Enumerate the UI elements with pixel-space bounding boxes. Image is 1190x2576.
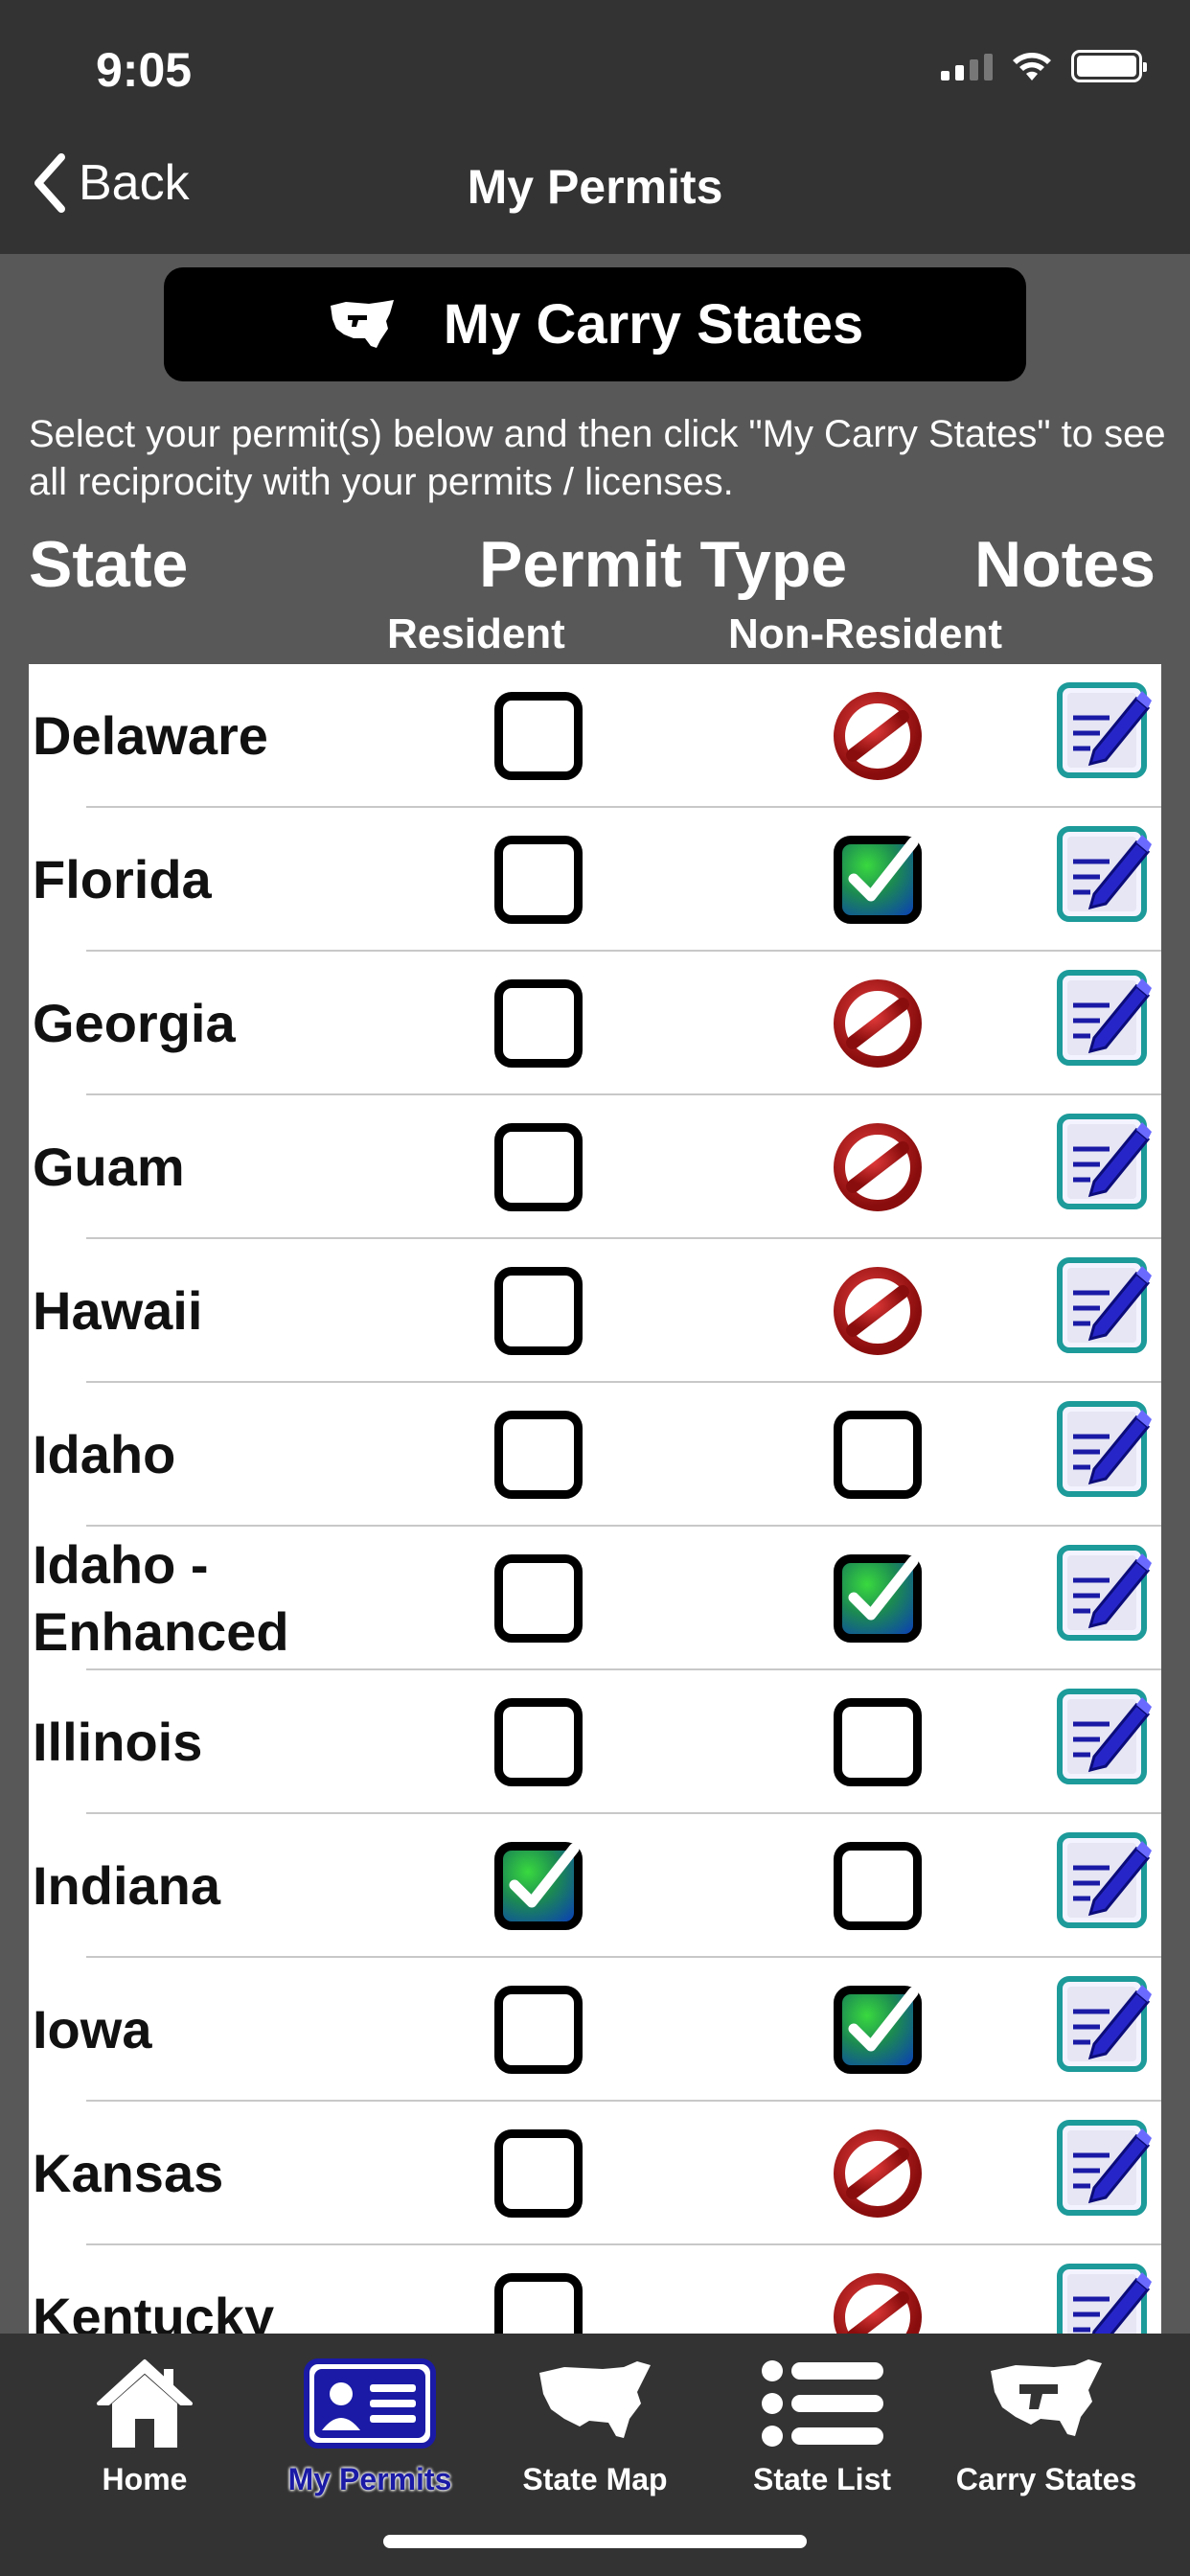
state-name: Hawaii bbox=[33, 1280, 203, 1341]
notes-edit-icon[interactable] bbox=[1056, 967, 1152, 1067]
state-name: Kentucky bbox=[33, 2287, 275, 2334]
house-icon bbox=[97, 2359, 193, 2448]
tab-state-list-label: State List bbox=[752, 2462, 892, 2496]
non-resident-checkbox-checked[interactable] bbox=[834, 836, 922, 924]
table-row: Kansas bbox=[29, 2102, 1161, 2245]
non-resident-checkbox[interactable] bbox=[834, 1842, 922, 1930]
battery-icon bbox=[1071, 50, 1147, 82]
navigation-bar: 9:05 Back My Permits bbox=[0, 0, 1190, 254]
instructions-text: Select your permit(s) below and then cli… bbox=[29, 413, 1166, 503]
id-card-icon bbox=[304, 2358, 436, 2449]
state-name: Idaho bbox=[33, 1424, 176, 1484]
notes-edit-icon[interactable] bbox=[1056, 1542, 1152, 1642]
state-column-header: State bbox=[29, 528, 189, 601]
prohibited-icon bbox=[834, 1123, 922, 1211]
table-row: Florida bbox=[29, 808, 1161, 952]
resident-checkbox[interactable] bbox=[494, 1123, 583, 1211]
tab-home[interactable]: Home bbox=[30, 2351, 260, 2523]
resident-checkbox[interactable] bbox=[494, 1554, 583, 1643]
tab-my-permits-label: My Permits bbox=[287, 2462, 452, 2496]
resident-checkbox[interactable] bbox=[494, 1698, 583, 1786]
prohibited-icon bbox=[834, 1267, 922, 1355]
table-row: Georgia bbox=[29, 952, 1161, 1095]
prohibited-icon bbox=[834, 692, 922, 780]
home-indicator bbox=[383, 2535, 807, 2548]
notes-edit-icon[interactable] bbox=[1056, 1111, 1152, 1210]
prohibited-icon bbox=[834, 2129, 922, 2218]
notes-edit-icon[interactable] bbox=[1056, 2261, 1152, 2334]
resident-checkbox[interactable] bbox=[494, 836, 583, 924]
notes-edit-icon[interactable] bbox=[1056, 1398, 1152, 1498]
permits-table: Delaware Florida Georgia Guam Hawaii Idaho Ida… bbox=[29, 664, 1161, 2334]
notes-edit-icon[interactable] bbox=[1056, 2117, 1152, 2217]
state-name: Idaho - Enhanced bbox=[33, 1534, 289, 1662]
permit-type-column-header: Permit Type bbox=[479, 528, 848, 601]
resident-checkbox-checked[interactable] bbox=[494, 1842, 583, 1930]
table-row: Illinois bbox=[29, 1670, 1161, 1814]
notes-edit-icon[interactable] bbox=[1056, 679, 1152, 779]
resident-checkbox[interactable] bbox=[494, 1411, 583, 1499]
notes-edit-icon[interactable] bbox=[1056, 823, 1152, 923]
state-name: Florida bbox=[33, 849, 212, 909]
non-resident-subheader: Non-Resident bbox=[728, 610, 1002, 657]
us-map-gun-icon bbox=[330, 299, 394, 348]
page-title: My Permits bbox=[467, 160, 723, 214]
tab-home-label: Home bbox=[102, 2462, 188, 2496]
table-row: Iowa bbox=[29, 1958, 1161, 2102]
tab-my-permits[interactable]: My Permits bbox=[255, 2351, 485, 2523]
table-row: Guam bbox=[29, 1095, 1161, 1239]
state-name: Guam bbox=[33, 1137, 185, 1197]
list-icon bbox=[762, 2360, 883, 2447]
notes-edit-icon[interactable] bbox=[1056, 1973, 1152, 2073]
status-time: 9:05 bbox=[96, 43, 193, 97]
my-carry-states-label: My Carry States bbox=[443, 293, 864, 356]
non-resident-checkbox-checked[interactable] bbox=[834, 1554, 922, 1643]
wifi-icon bbox=[1013, 53, 1051, 80]
my-carry-states-button[interactable]: My Carry States bbox=[164, 267, 1026, 381]
resident-checkbox[interactable] bbox=[494, 2273, 583, 2334]
table-row: Indiana bbox=[29, 1814, 1161, 1958]
notes-edit-icon[interactable] bbox=[1056, 1254, 1152, 1354]
non-resident-checkbox[interactable] bbox=[834, 1411, 922, 1499]
prohibited-icon bbox=[834, 2273, 922, 2334]
state-name: Indiana bbox=[33, 1855, 221, 1916]
table-row: Kentucky bbox=[29, 2245, 1161, 2334]
status-icons bbox=[941, 50, 1147, 82]
state-name: Kansas bbox=[33, 2143, 224, 2203]
tab-carry-states[interactable]: Carry States bbox=[931, 2351, 1161, 2523]
state-name: Illinois bbox=[33, 1712, 203, 1772]
table-row: Idaho bbox=[29, 1383, 1161, 1527]
notes-column-header: Notes bbox=[974, 528, 1156, 601]
state-name: Iowa bbox=[33, 1999, 152, 2059]
prohibited-icon bbox=[834, 979, 922, 1068]
resident-checkbox[interactable] bbox=[494, 2129, 583, 2218]
non-resident-checkbox-checked[interactable] bbox=[834, 1986, 922, 2074]
resident-checkbox[interactable] bbox=[494, 1986, 583, 2074]
resident-subheader: Resident bbox=[387, 610, 565, 657]
table-row: Hawaii bbox=[29, 1239, 1161, 1383]
cellular-signal-icon bbox=[941, 52, 993, 80]
us-map-icon bbox=[539, 2361, 651, 2438]
table-row: Idaho - Enhanced bbox=[29, 1527, 1161, 1670]
resident-checkbox[interactable] bbox=[494, 979, 583, 1068]
non-resident-checkbox[interactable] bbox=[834, 1698, 922, 1786]
notes-edit-icon[interactable] bbox=[1056, 1829, 1152, 1929]
carry-map-icon bbox=[991, 2359, 1102, 2436]
state-name: Georgia bbox=[33, 993, 236, 1053]
tab-state-list[interactable]: State List bbox=[707, 2351, 937, 2523]
state-name: Delaware bbox=[33, 705, 268, 766]
tab-carry-states-label: Carry States bbox=[955, 2462, 1137, 2496]
resident-checkbox[interactable] bbox=[494, 692, 583, 780]
table-row: Delaware bbox=[29, 664, 1161, 808]
tab-state-map[interactable]: State Map bbox=[480, 2351, 710, 2523]
resident-checkbox[interactable] bbox=[494, 1267, 583, 1355]
tab-state-map-label: State Map bbox=[522, 2462, 668, 2496]
notes-edit-icon[interactable] bbox=[1056, 1686, 1152, 1785]
